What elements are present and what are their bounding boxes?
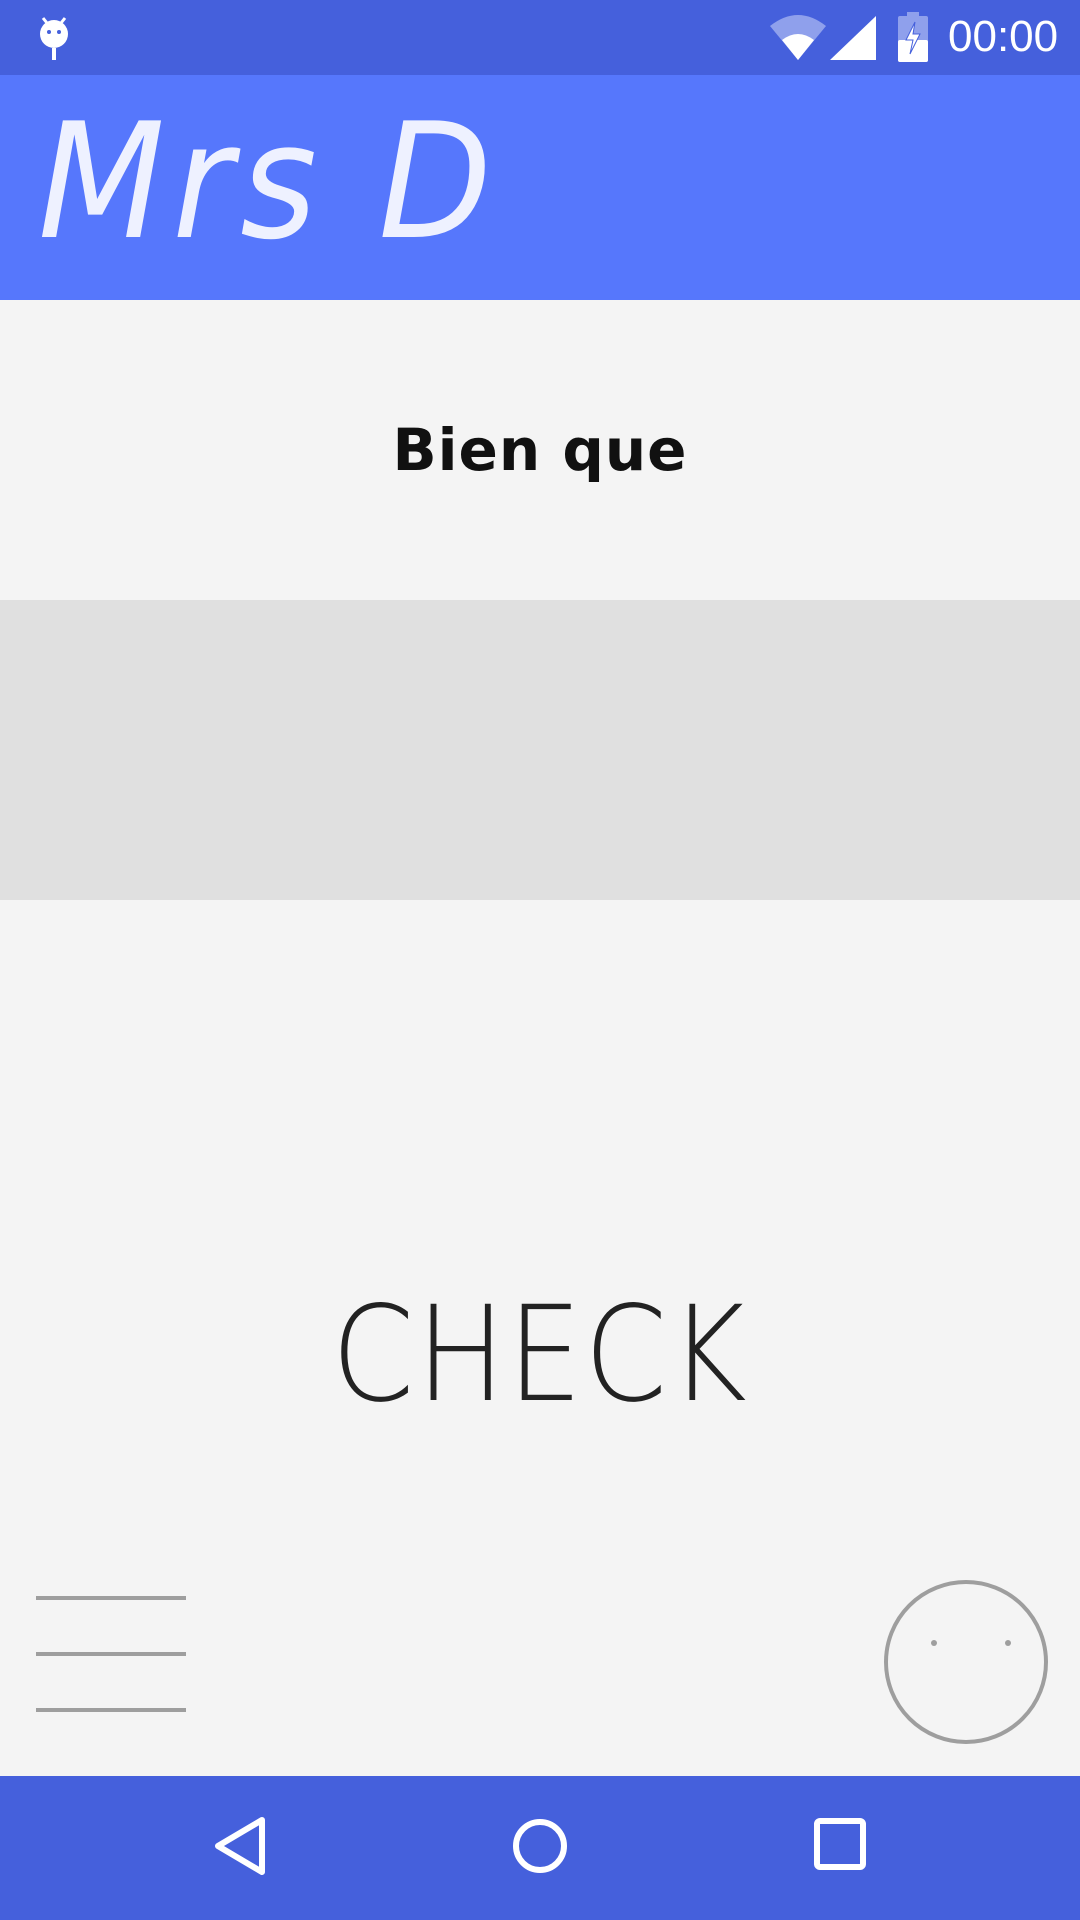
menu-line (36, 1596, 186, 1600)
status-bar: 00:00 (0, 0, 1080, 75)
hamburger-menu-icon[interactable] (36, 1596, 188, 1726)
recents-icon[interactable] (814, 1818, 866, 1874)
menu-line (36, 1708, 186, 1712)
signal-icon (830, 16, 876, 64)
nav-bar (0, 1776, 1080, 1920)
home-icon[interactable] (512, 1816, 568, 1880)
back-icon[interactable] (212, 1816, 268, 1880)
wifi-icon (770, 14, 826, 64)
check-button[interactable]: CHECK (270, 1270, 810, 1440)
face-icon[interactable] (884, 1580, 1048, 1744)
answer-area[interactable] (0, 600, 1080, 900)
app-title: Mrs D (38, 88, 500, 275)
android-icon (36, 14, 72, 66)
face-eye-left (931, 1640, 937, 1646)
status-clock: 00:00 (948, 12, 1059, 61)
prompt-text: Bien que (392, 416, 688, 484)
battery-charging-icon (898, 12, 928, 66)
prompt-area: Bien que (0, 300, 1080, 600)
menu-line (36, 1652, 186, 1656)
face-eye-right (1005, 1640, 1011, 1646)
